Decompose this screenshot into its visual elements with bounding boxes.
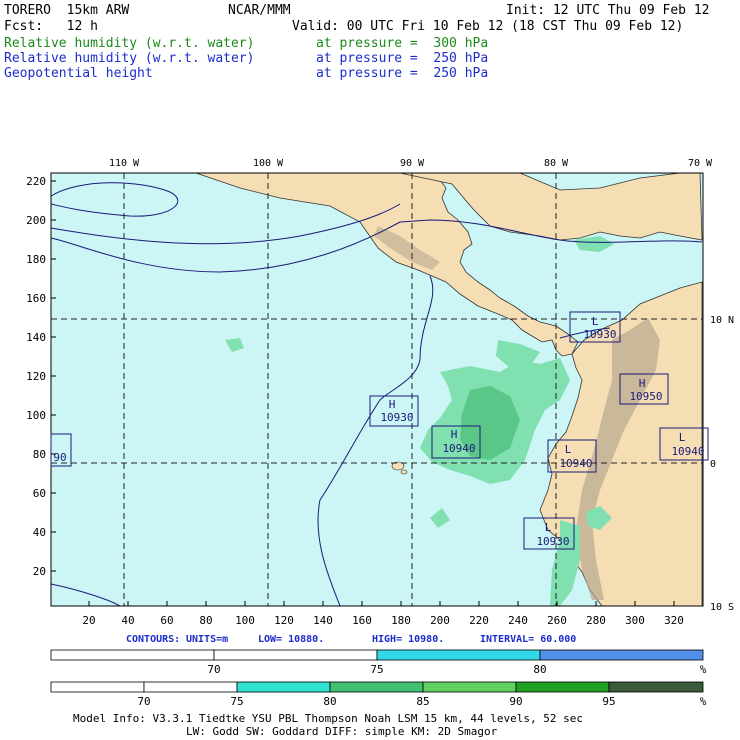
lon-label-110w: 110 W: [109, 158, 140, 169]
x-tick-labels: 20 40 60 80 100 120 140 160 180 200 220 …: [82, 614, 684, 627]
y-tick: 100: [26, 409, 46, 422]
colorbar-300hpa: 70 75 80 85 90 95 %: [50, 681, 707, 708]
center-type: L: [565, 443, 572, 456]
x-tick: 320: [664, 614, 684, 627]
x-tick: 260: [547, 614, 567, 627]
lon-label-80w: 80 W: [544, 158, 569, 169]
x-tick: 180: [391, 614, 411, 627]
x-tick: 20: [82, 614, 95, 627]
footer-model-info: Model Info: V3.3.1 Tiedtke YSU PBL Thomp…: [73, 712, 583, 725]
y-tick: 80: [33, 448, 46, 461]
colorbar-segment: [329, 681, 424, 693]
colorbar-unit: %: [700, 695, 707, 708]
y-tick: 180: [26, 253, 46, 266]
x-tick: 140: [313, 614, 333, 627]
colorbar-label: 95: [602, 695, 615, 708]
center-value: 10930: [380, 411, 413, 424]
y-tick: 160: [26, 292, 46, 305]
colorbar-label: 85: [416, 695, 429, 708]
center-value: 10940: [671, 445, 704, 458]
colorbar-segment: [608, 681, 704, 693]
colorbar-unit: %: [700, 663, 707, 676]
x-tick: 300: [625, 614, 645, 627]
contour-high: HIGH= 10980.: [372, 634, 444, 645]
center-type: H: [639, 377, 646, 390]
contour-interval: INTERVAL= 60.000: [480, 634, 576, 645]
colorbar-segment: [515, 681, 610, 693]
colorbar-label: 70: [137, 695, 150, 708]
lat-label-10n: 10 N: [710, 315, 734, 326]
colorbar-segment: [50, 649, 215, 661]
center-type: L: [679, 431, 686, 444]
x-tick: 100: [235, 614, 255, 627]
x-tick: 240: [508, 614, 528, 627]
center-type: H: [451, 428, 458, 441]
colorbar-segment: [50, 681, 145, 693]
lon-label-90w: 90 W: [400, 158, 425, 169]
colorbar-label: 80: [533, 663, 546, 676]
colorbar-segment: [422, 681, 517, 693]
y-tick: 140: [26, 331, 46, 344]
y-tick: 20: [33, 565, 46, 578]
colorbar-segment: [236, 681, 331, 693]
y-tick: 60: [33, 487, 46, 500]
center-value: 90: [53, 451, 66, 464]
center-type: H: [389, 398, 396, 411]
lon-label-100w: 100 W: [253, 158, 284, 169]
y-tick: 40: [33, 526, 46, 539]
colorbar-segment: [539, 649, 704, 661]
y-tick-labels: 220 200 180 160 140 120 100 80 60 40 20: [26, 175, 46, 578]
x-tick: 200: [430, 614, 450, 627]
colorbar-label: 70: [207, 663, 220, 676]
colorbar-segment: [143, 681, 238, 693]
colorbar-250hpa: 70 75 80 %: [50, 649, 707, 676]
x-tick: 220: [469, 614, 489, 627]
x-tick: 160: [352, 614, 372, 627]
center-value: 10930: [583, 328, 616, 341]
center-value: 10940: [559, 457, 592, 470]
x-tick: 40: [121, 614, 134, 627]
x-tick: 120: [274, 614, 294, 627]
lon-label-70w: 70 W: [688, 158, 713, 169]
colorbar-label: 80: [323, 695, 336, 708]
galapagos-islet: [400, 469, 408, 475]
x-tick: 280: [586, 614, 606, 627]
footer-physics-info: LW: Godd SW: Goddard DIFF: simple KM: 2D…: [186, 725, 498, 738]
colorbar-label: 75: [370, 663, 383, 676]
contour-units: UNITS=m: [186, 634, 228, 645]
colorbar-label: 90: [509, 695, 522, 708]
lat-label-0: 0: [710, 459, 716, 470]
contour-info: CONTOURS: UNITS=m LOW= 10880. HIGH= 1098…: [126, 634, 576, 645]
center-value: 10950: [629, 390, 662, 403]
center-value: 10940: [442, 442, 475, 455]
contour-label: CONTOURS:: [126, 634, 180, 645]
y-tick: 200: [26, 214, 46, 227]
x-tick: 80: [199, 614, 212, 627]
colorbar-segment: [376, 649, 541, 661]
y-tick: 120: [26, 370, 46, 383]
center-type: L: [545, 521, 552, 534]
contour-low: LOW= 10880.: [258, 634, 324, 645]
lat-label-10s: 10 S: [710, 602, 734, 613]
colorbar-label: 75: [230, 695, 243, 708]
colorbar-segment: [213, 649, 378, 661]
map-figure: 110 W 100 W 90 W 80 W 70 W 10 N 0 10 S 2…: [26, 158, 734, 738]
x-tick: 60: [160, 614, 173, 627]
center-type: L: [592, 315, 599, 328]
y-tick: 220: [26, 175, 46, 188]
center-value: 10930: [536, 535, 569, 548]
